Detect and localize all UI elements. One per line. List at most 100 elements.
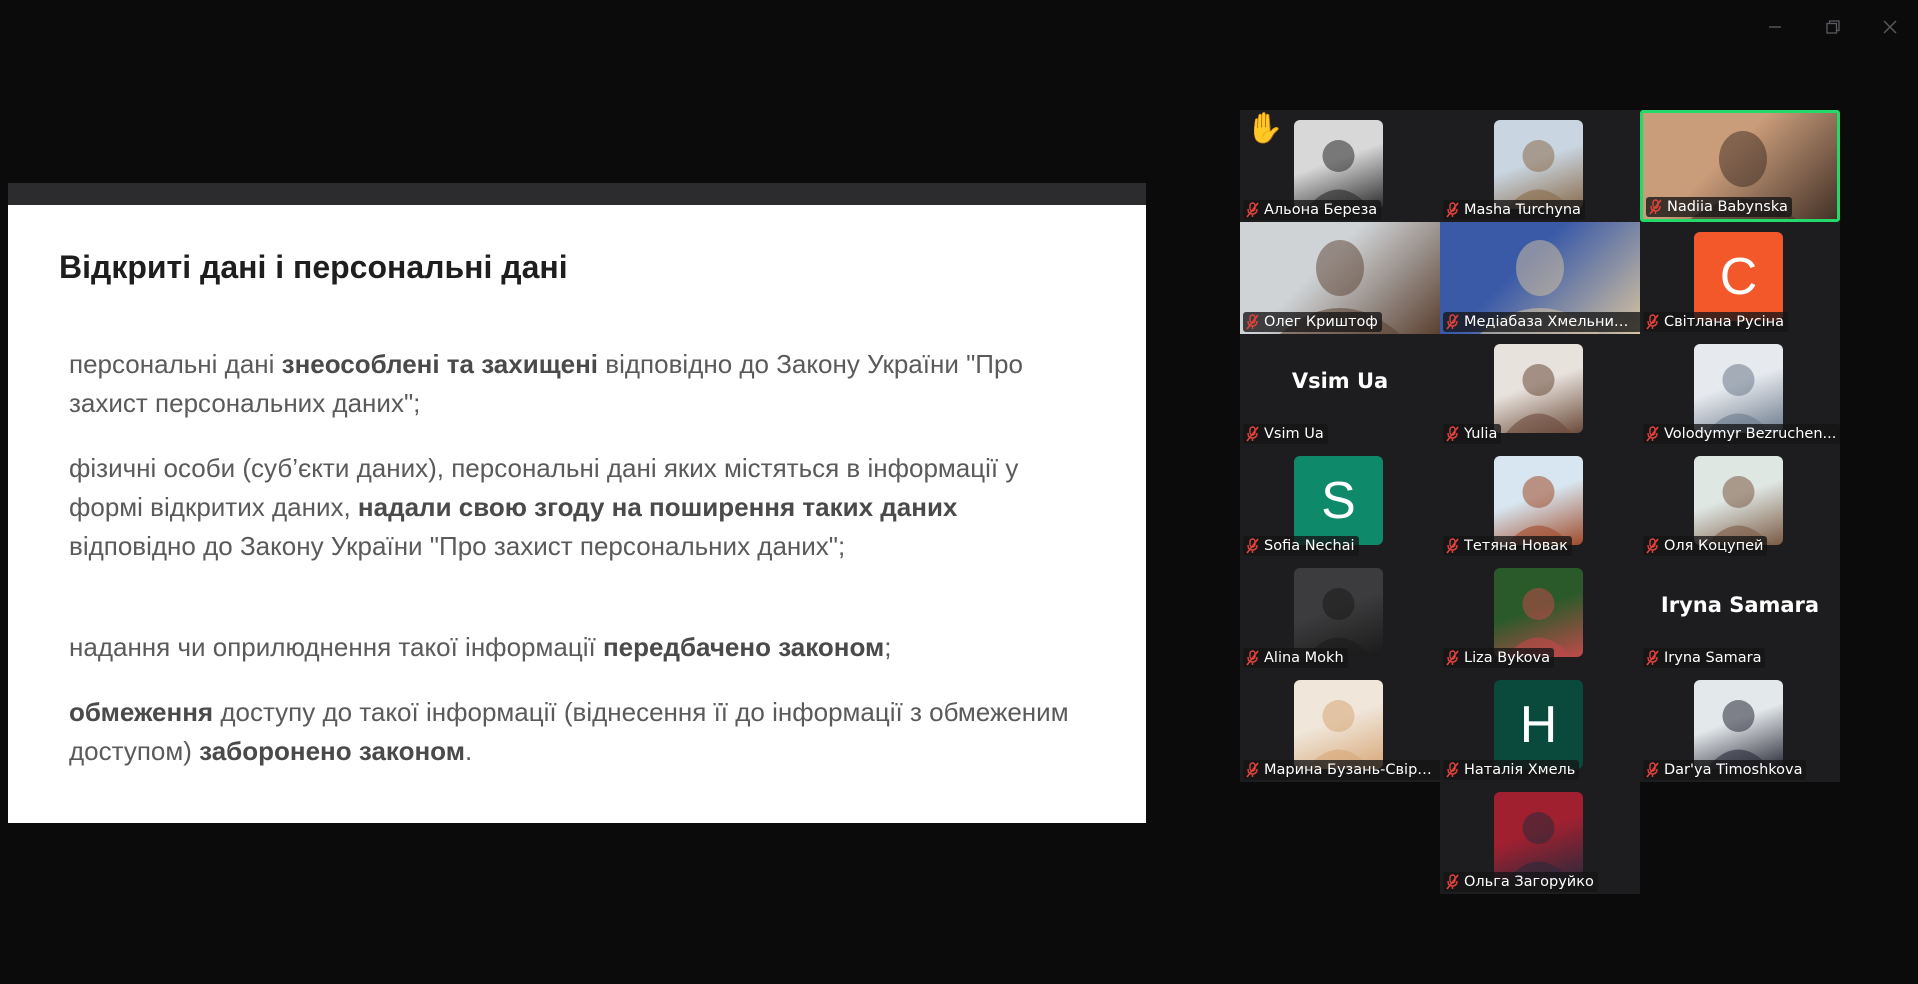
participant-name-label: Олег Криштоф xyxy=(1243,312,1382,332)
muted-mic-icon xyxy=(1446,314,1459,330)
text-run: персональні дані xyxy=(69,349,282,379)
participant-photo xyxy=(1494,792,1583,881)
participant-tile[interactable]: Volodymyr Bezruchen... xyxy=(1640,334,1840,446)
participant-name: Медіабаза Хмельниць... xyxy=(1464,314,1638,330)
participant-tile[interactable]: ✋ Альона Береза xyxy=(1240,110,1440,222)
participant-tile[interactable]: Nadiia Babynska xyxy=(1640,110,1840,222)
participant-tile[interactable]: H Наталія Хмель xyxy=(1440,670,1640,782)
participant-avatar: S xyxy=(1294,456,1383,545)
participant-tile[interactable]: Медіабаза Хмельниць... xyxy=(1440,222,1640,334)
participant-name: Світлана Русіна xyxy=(1664,314,1784,330)
participant-photo xyxy=(1694,680,1783,769)
muted-mic-icon xyxy=(1246,650,1259,666)
participant-photo xyxy=(1494,120,1583,209)
participant-name-label: Yulia xyxy=(1443,424,1502,444)
participant-tile[interactable]: Alina Mokh xyxy=(1240,558,1440,670)
muted-mic-icon xyxy=(1246,762,1259,778)
participant-name-label: Медіабаза Хмельниць... xyxy=(1443,312,1640,332)
muted-mic-icon xyxy=(1246,314,1259,330)
participant-name-label: Iryna Samara xyxy=(1643,648,1766,668)
participant-name: Vsim Ua xyxy=(1264,426,1324,442)
muted-mic-icon xyxy=(1446,650,1459,666)
muted-mic-icon xyxy=(1646,314,1659,330)
muted-mic-icon xyxy=(1446,538,1459,554)
participant-name-display: Iryna Samara xyxy=(1660,593,1820,617)
bold-text-run: заборонено законом xyxy=(199,736,465,766)
muted-mic-icon xyxy=(1246,202,1259,218)
muted-mic-icon xyxy=(1446,426,1459,442)
participant-name: Nadiia Babynska xyxy=(1667,199,1788,215)
participant-tile[interactable]: Олег Криштоф xyxy=(1240,222,1440,334)
participant-photo xyxy=(1694,344,1783,433)
participant-name-label: Тетяна Новак xyxy=(1443,536,1572,556)
participant-tile[interactable]: Masha Turchyna xyxy=(1440,110,1640,222)
participant-tile[interactable]: Iryna Samara Iryna Samara xyxy=(1640,558,1840,670)
participant-avatar: H xyxy=(1494,680,1583,769)
participant-tile[interactable]: Оля Коцупей xyxy=(1640,446,1840,558)
raised-hand-icon: ✋ xyxy=(1246,112,1284,145)
participant-tile[interactable]: Ольга Загоруйко xyxy=(1440,782,1640,894)
participant-name-display: Vsim Ua xyxy=(1291,369,1389,393)
participant-name-label: Alina Mokh xyxy=(1243,648,1348,668)
participant-tile[interactable]: S Sofia Nechai xyxy=(1240,446,1440,558)
participant-name-label: Світлана Русіна xyxy=(1643,312,1788,332)
muted-mic-icon xyxy=(1646,426,1659,442)
participant-photo xyxy=(1494,568,1583,657)
participant-tile[interactable]: Марина Бузань-Свірс... xyxy=(1240,670,1440,782)
participant-photo xyxy=(1294,568,1383,657)
muted-mic-icon xyxy=(1649,199,1662,215)
participant-name-label: Оля Коцупей xyxy=(1643,536,1768,556)
slide-title: Відкриті дані і персональні дані xyxy=(59,249,568,285)
participant-name-label: Vsim Ua xyxy=(1243,424,1328,444)
participant-name: Марина Бузань-Свірс... xyxy=(1264,762,1438,778)
participant-name: Masha Turchyna xyxy=(1464,202,1581,218)
participant-name: Alina Mokh xyxy=(1264,650,1344,666)
participant-tile[interactable]: C Світлана Русіна xyxy=(1640,222,1840,334)
participant-name: Dar'ya Timoshkova xyxy=(1664,762,1803,778)
text-run: відповідно до Закону України "Про захист… xyxy=(69,531,846,561)
participant-name: Ольга Загоруйко xyxy=(1464,874,1594,890)
slide-paragraph: обмеження доступу до такої інформації (в… xyxy=(69,693,1089,771)
participant-avatar: C xyxy=(1694,232,1783,321)
participant-name: Тетяна Новак xyxy=(1464,538,1568,554)
participant-name-label: Masha Turchyna xyxy=(1443,200,1585,220)
participant-photo xyxy=(1294,680,1383,769)
participant-name-label: Ольга Загоруйко xyxy=(1443,872,1598,892)
slide-paragraph: фізичні особи (суб’єкти даних), персонал… xyxy=(69,449,1089,566)
participant-name: Volodymyr Bezruchen... xyxy=(1664,426,1837,442)
text-run: ; xyxy=(884,632,892,662)
close-icon xyxy=(1883,20,1897,34)
muted-mic-icon xyxy=(1446,874,1459,890)
participant-photo xyxy=(1694,456,1783,545)
participant-photo xyxy=(1494,456,1583,545)
minimize-icon xyxy=(1769,26,1781,28)
slide-paragraph: персональні дані знеособлені та захищені… xyxy=(69,345,1089,423)
minimize-button[interactable] xyxy=(1755,14,1795,40)
bold-text-run: знеособлені та захищені xyxy=(281,349,599,379)
participant-name: Liza Bykova xyxy=(1464,650,1550,666)
bold-text-run: обмеження xyxy=(69,697,214,727)
participant-name: Iryna Samara xyxy=(1664,650,1762,666)
participant-tile[interactable]: Liza Bykova xyxy=(1440,558,1640,670)
restore-button[interactable] xyxy=(1813,14,1853,40)
participant-photo xyxy=(1294,120,1383,209)
muted-mic-icon xyxy=(1646,538,1659,554)
participant-name: Альона Береза xyxy=(1264,202,1378,218)
participant-name: Sofia Nechai xyxy=(1264,538,1355,554)
muted-mic-icon xyxy=(1646,762,1659,778)
participant-name-label: Марина Бузань-Свірс... xyxy=(1243,760,1440,780)
participant-photo xyxy=(1494,344,1583,433)
muted-mic-icon xyxy=(1446,762,1459,778)
participant-name: Наталія Хмель xyxy=(1464,762,1576,778)
close-button[interactable] xyxy=(1870,14,1910,40)
participant-tile[interactable]: Vsim Ua Vsim Ua xyxy=(1240,334,1440,446)
participant-tile[interactable]: Тетяна Новак xyxy=(1440,446,1640,558)
bold-text-run: передбачено законом xyxy=(602,632,885,662)
participant-name-label: Liza Bykova xyxy=(1443,648,1554,668)
participant-tile[interactable]: Yulia xyxy=(1440,334,1640,446)
participant-tile[interactable]: Dar'ya Timoshkova xyxy=(1640,670,1840,782)
participant-name: Олег Криштоф xyxy=(1264,314,1378,330)
participant-name-label: Наталія Хмель xyxy=(1443,760,1580,780)
restore-icon xyxy=(1826,20,1840,34)
shared-slide: Відкриті дані і персональні дані персона… xyxy=(8,205,1146,823)
